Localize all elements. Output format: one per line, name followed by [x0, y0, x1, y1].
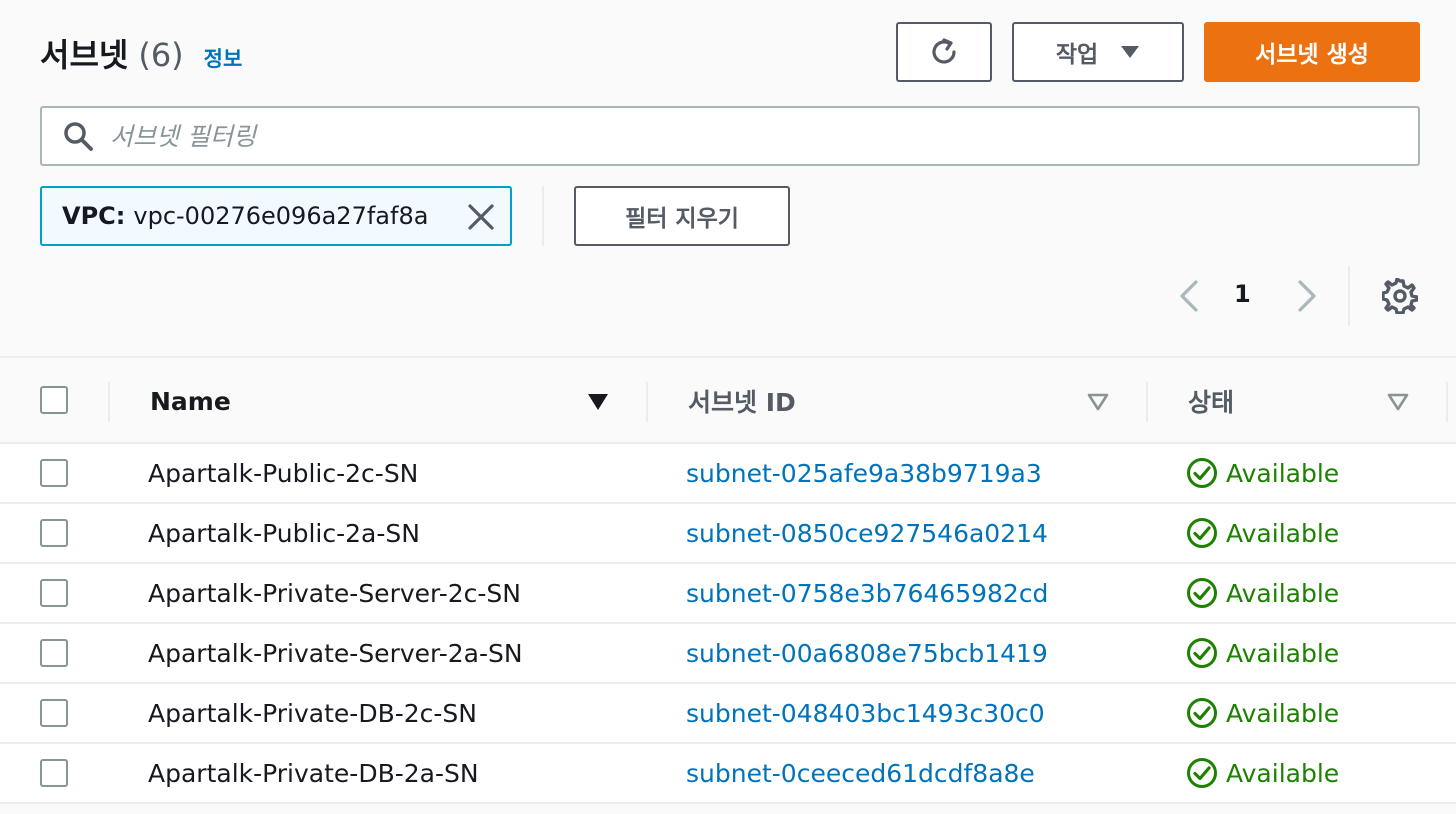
column-separator — [1146, 382, 1148, 422]
subnet-name: Apartalk-Public-2a-SN — [148, 518, 420, 548]
close-icon[interactable] — [466, 202, 496, 232]
subnet-id-link[interactable]: subnet-0850ce927546a0214 — [686, 504, 1048, 562]
subnet-id-link[interactable]: subnet-048403bc1493c30c0 — [686, 684, 1045, 742]
table-row[interactable]: Apartalk-Private-DB-2c-SN subnet-048403bc… — [0, 684, 1456, 744]
table-row[interactable]: Apartalk-Public-2c-SN subnet-025afe9a38b9… — [0, 444, 1456, 504]
column-separator — [1446, 382, 1448, 422]
subnet-filter-search[interactable] — [40, 106, 1420, 166]
table-row[interactable]: Apartalk-Public-2a-SN subnet-0850ce927546… — [0, 504, 1456, 564]
chevron-left-icon[interactable] — [1176, 279, 1202, 313]
info-link[interactable]: 정보 — [204, 43, 243, 73]
status-label: Available — [1226, 458, 1340, 488]
subnet-id-link[interactable]: subnet-025afe9a38b9719a3 — [686, 444, 1042, 502]
status-label: Available — [1226, 638, 1340, 668]
subnet-status: Available — [1186, 504, 1339, 562]
check-circle-icon — [1187, 518, 1217, 548]
subnet-name: Apartalk-Private-DB-2c-SN — [148, 698, 477, 728]
subnet-name: Apartalk-Private-DB-2a-SN — [148, 758, 479, 788]
subnet-status: Available — [1186, 744, 1339, 802]
refresh-button[interactable] — [896, 22, 992, 82]
select-all-checkbox[interactable] — [40, 386, 68, 414]
subnets-page: 서브넷 (6) 정보 작업 서브넷 생성 VPC: vpc-00276e096a… — [0, 0, 1456, 814]
caret-down-icon — [1121, 46, 1140, 58]
status-label: Available — [1226, 578, 1340, 608]
status-label: Available — [1226, 518, 1340, 548]
filter-divider — [542, 186, 544, 246]
column-header-status[interactable]: 상태 — [1188, 358, 1234, 444]
column-header-name[interactable]: Name — [150, 358, 231, 444]
row-checkbox[interactable] — [40, 759, 68, 787]
current-page-number[interactable]: 1 — [1234, 280, 1251, 308]
subnet-status: Available — [1186, 564, 1339, 622]
clear-filters-button[interactable]: 필터 지우기 — [574, 186, 790, 246]
table-row[interactable]: Apartalk-Private-Server-2a-SN subnet-00a6… — [0, 624, 1456, 684]
status-label: Available — [1226, 698, 1340, 728]
sort-descending-icon[interactable] — [586, 392, 610, 412]
table-body: Apartalk-Public-2c-SN subnet-025afe9a38b9… — [0, 444, 1456, 804]
sort-icon[interactable] — [1386, 392, 1410, 412]
page-title-text: 서브넷 — [40, 36, 129, 74]
filter-key: VPC: — [62, 202, 126, 230]
actions-label: 작업 — [1055, 42, 1099, 68]
refresh-icon — [932, 38, 956, 64]
subnet-id-link[interactable]: subnet-00a6808e75bcb1419 — [686, 624, 1048, 682]
row-checkbox[interactable] — [40, 459, 68, 487]
create-subnet-button[interactable]: 서브넷 생성 — [1204, 22, 1420, 82]
row-checkbox[interactable] — [40, 699, 68, 727]
gear-icon[interactable] — [1382, 278, 1418, 314]
subnet-status: Available — [1186, 624, 1339, 682]
subnet-id-link[interactable]: subnet-0758e3b76465982cd — [686, 564, 1048, 622]
search-input[interactable] — [110, 121, 1310, 151]
actions-dropdown[interactable]: 작업 — [1012, 22, 1184, 82]
sort-icon[interactable] — [1086, 392, 1110, 412]
subnet-name: Apartalk-Public-2c-SN — [148, 458, 419, 488]
row-checkbox[interactable] — [40, 519, 68, 547]
check-circle-icon — [1187, 698, 1217, 728]
check-circle-icon — [1187, 578, 1217, 608]
subnet-name: Apartalk-Private-Server-2c-SN — [148, 578, 521, 608]
table-row[interactable]: Apartalk-Private-DB-2a-SN subnet-0ceeced6… — [0, 744, 1456, 804]
chevron-right-icon[interactable] — [1294, 279, 1320, 313]
row-checkbox[interactable] — [40, 579, 68, 607]
status-label: Available — [1226, 758, 1340, 788]
filter-value: vpc-00276e096a27faf8a — [133, 202, 429, 230]
column-separator — [646, 382, 648, 422]
subnet-status: Available — [1186, 684, 1339, 742]
check-circle-icon — [1187, 638, 1217, 668]
column-header-subnet-id[interactable]: 서브넷 ID — [688, 358, 796, 444]
row-checkbox[interactable] — [40, 639, 68, 667]
subnet-status: Available — [1186, 444, 1339, 502]
check-circle-icon — [1187, 458, 1217, 488]
page-title: 서브넷 (6) 정보 — [40, 30, 242, 76]
subnet-id-link[interactable]: subnet-0ceeced61dcdf8a8e — [686, 744, 1035, 802]
column-separator — [108, 382, 110, 422]
table-row[interactable]: Apartalk-Private-Server-2c-SN subnet-0758… — [0, 564, 1456, 624]
subnets-table: Name 서브넷 ID 상태 Apartalk-Public-2c-SN subn… — [0, 356, 1456, 804]
table-header: Name 서브넷 ID 상태 — [0, 356, 1456, 444]
check-circle-icon — [1187, 758, 1217, 788]
subnet-count: (6) — [138, 36, 184, 74]
subnet-name: Apartalk-Private-Server-2a-SN — [148, 638, 523, 668]
pagination-divider — [1348, 266, 1350, 326]
search-icon — [64, 122, 93, 151]
vpc-filter-token: VPC: vpc-00276e096a27faf8a — [40, 186, 512, 246]
